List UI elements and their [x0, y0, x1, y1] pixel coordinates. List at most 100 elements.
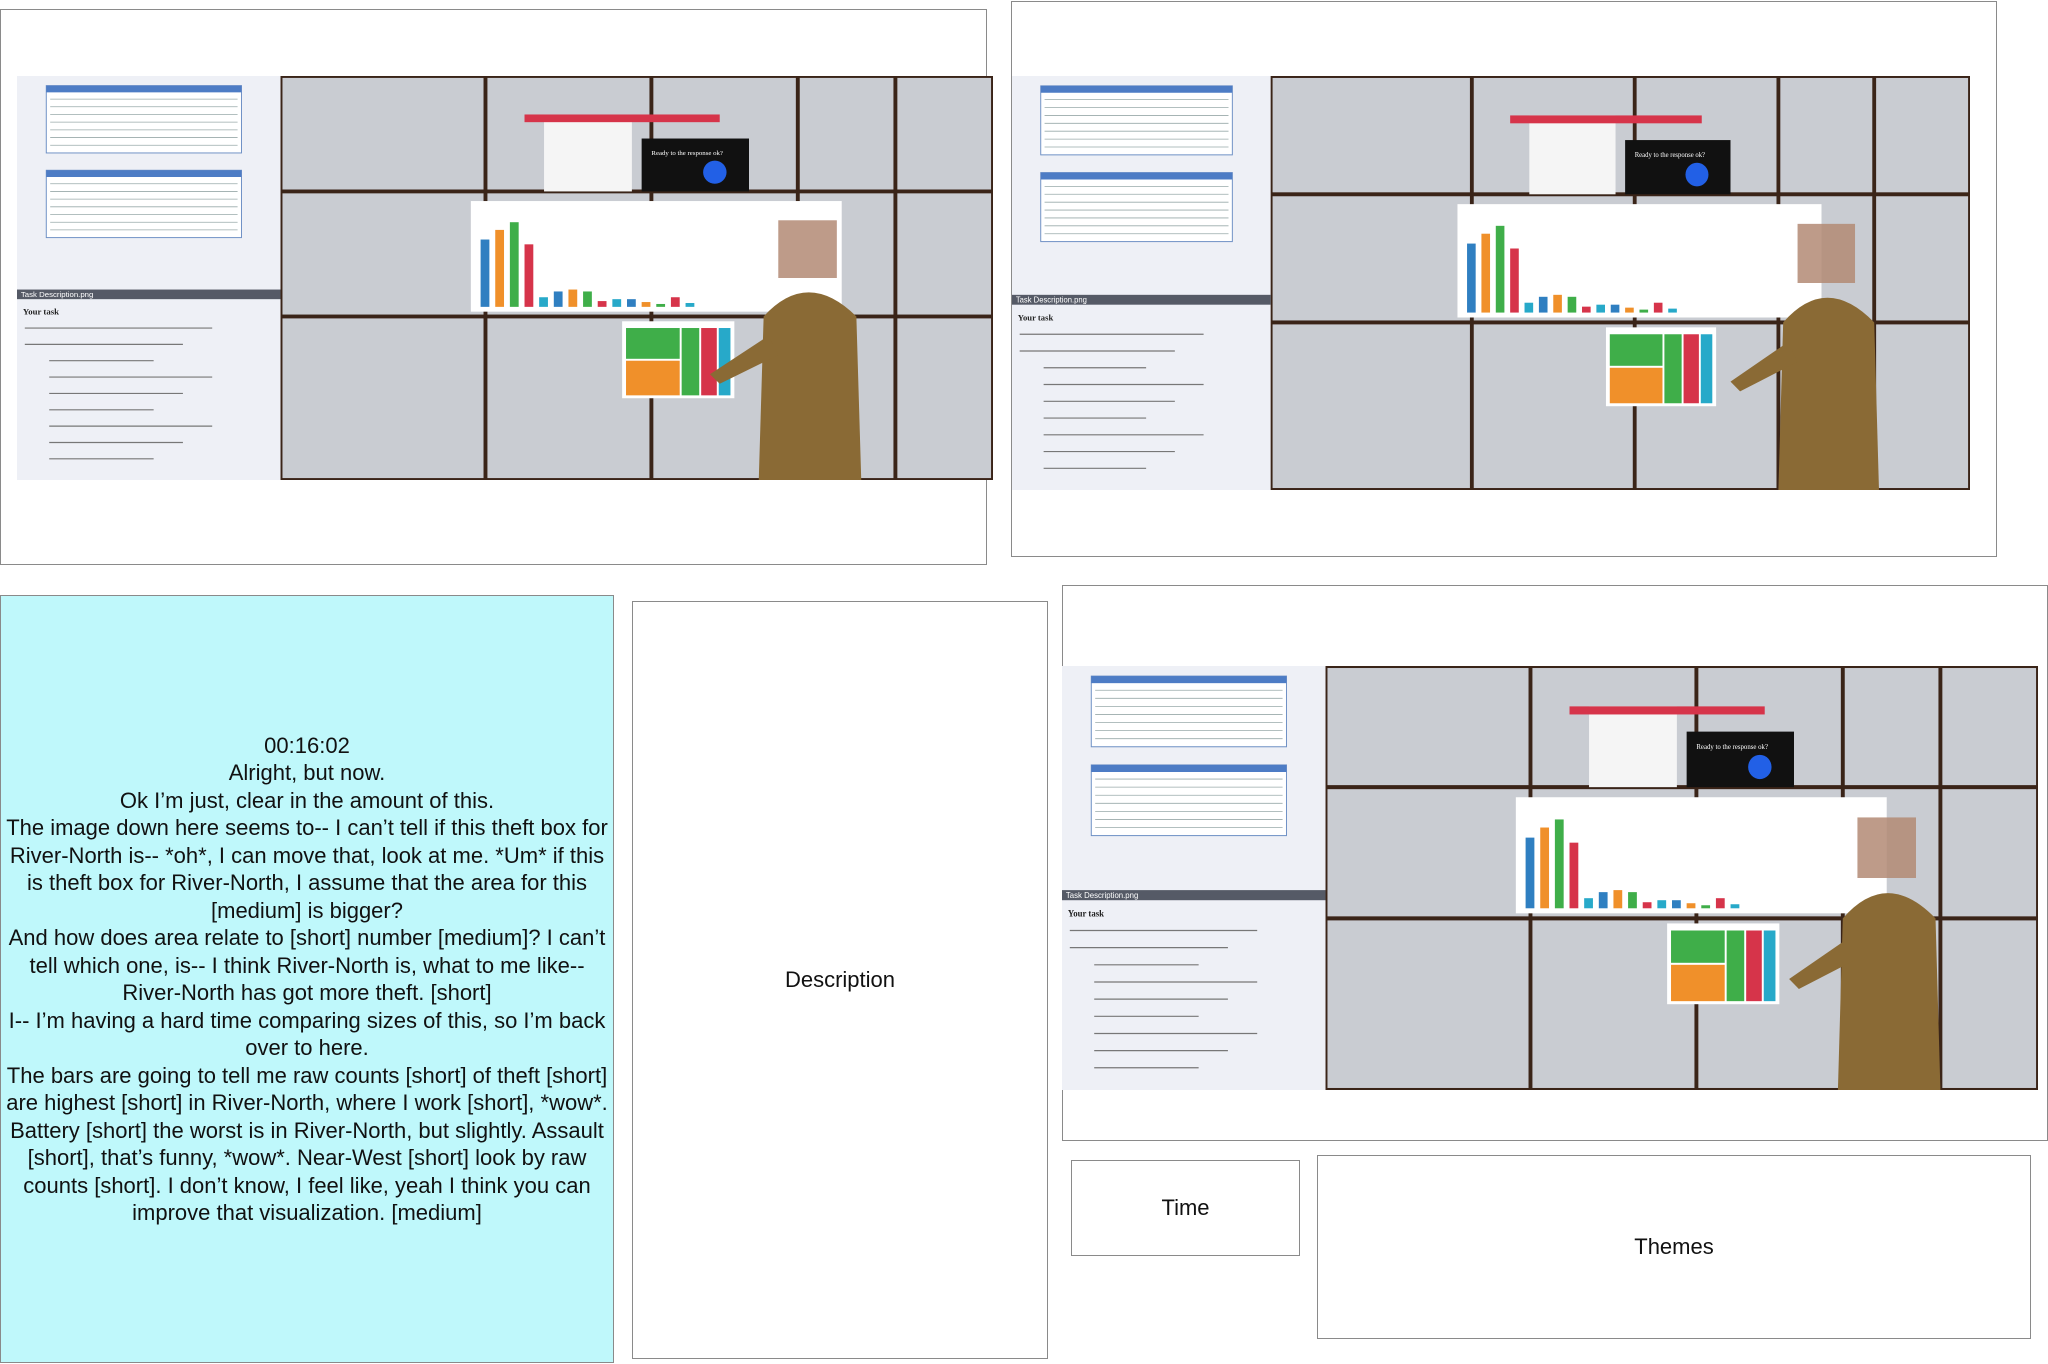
bar — [641, 302, 651, 307]
bar — [1524, 302, 1534, 313]
treemap-cell — [701, 328, 717, 396]
bar — [553, 291, 563, 307]
display-panel — [897, 318, 992, 479]
table-header — [46, 170, 242, 177]
display-panel — [1942, 920, 2037, 1088]
bar — [1686, 903, 1696, 909]
person-head-blurred — [1797, 223, 1856, 283]
bar — [1554, 819, 1564, 909]
bar — [1582, 306, 1591, 313]
photo-3: Task Description.png Your task Ready to th… — [1062, 666, 2038, 1090]
treemap-cell — [1671, 930, 1725, 963]
notes-panel — [1589, 706, 1677, 788]
treemap-cell — [1609, 334, 1663, 366]
window-title: Task Description.png — [1016, 296, 1087, 305]
treemap-cell — [681, 328, 700, 396]
bar — [1584, 898, 1593, 909]
display-panel — [282, 318, 484, 479]
person-body — [758, 292, 862, 480]
bar — [656, 303, 666, 307]
bar — [612, 299, 622, 307]
bar — [1598, 892, 1608, 909]
popup-circle — [1685, 162, 1709, 187]
treemap-cell — [1726, 930, 1745, 1002]
photo-scene: Task Description.png Your task Ready to th… — [17, 76, 993, 480]
display-panel — [282, 77, 484, 190]
display-panel — [1876, 196, 1969, 321]
bar — [1567, 296, 1577, 313]
transcript-text: 00:16:02 Alright, but now. Ok I’m just, cl… — [1, 732, 613, 1227]
description-box[interactable]: Description — [632, 601, 1048, 1359]
bar — [1625, 307, 1634, 313]
person-head-blurred — [1857, 817, 1916, 878]
bar — [685, 303, 695, 307]
time-label: Time — [1161, 1195, 1210, 1220]
bar — [1596, 304, 1606, 313]
table-block — [1040, 172, 1233, 243]
bar — [1628, 892, 1637, 909]
bar — [627, 299, 636, 307]
display-panel — [1876, 324, 1969, 489]
bar — [1613, 890, 1623, 909]
photo-scene: Task Description.png Your task Ready to th… — [1062, 666, 2038, 1090]
display-panel — [1327, 789, 1529, 917]
table-block — [1090, 675, 1287, 748]
bar — [1540, 827, 1550, 909]
bar — [1653, 302, 1663, 313]
display-panel — [1272, 324, 1470, 489]
bar — [1639, 309, 1649, 313]
transcript-line: Battery [short] the worst is in River-No… — [10, 1117, 604, 1226]
transcript-line: The image down here seems to-- I can’t t… — [6, 815, 608, 923]
bar — [1467, 243, 1476, 313]
time-box[interactable]: Time — [1071, 1160, 1300, 1256]
bar — [539, 297, 548, 307]
popup-window — [1625, 140, 1731, 195]
popup-circle — [703, 160, 727, 184]
person-head-blurred — [778, 220, 837, 278]
photo-scene: Task Description.png Your task Ready to th… — [1012, 76, 1970, 490]
window-title: Task Description.png — [21, 290, 93, 299]
display-panel — [1272, 77, 1470, 193]
popup-circle — [1748, 754, 1772, 780]
photo-2: Task Description.png Your task Ready to th… — [1012, 76, 1970, 490]
bar — [1730, 904, 1740, 909]
table-header — [1040, 172, 1233, 180]
bar — [1672, 900, 1681, 909]
treemap-cell — [1671, 964, 1725, 1002]
display-panel — [1780, 77, 1873, 193]
bar — [1481, 233, 1491, 313]
task-heading: Your task — [1068, 908, 1104, 918]
window-title: Task Description.png — [1066, 891, 1138, 900]
person-body — [1778, 297, 1879, 490]
bar — [1642, 902, 1652, 909]
display-panel — [1327, 668, 1529, 786]
table-block — [45, 169, 242, 239]
display-panel — [282, 193, 484, 315]
treemap-cell — [1763, 930, 1776, 1002]
display-panel — [897, 193, 992, 315]
bar — [1610, 304, 1620, 313]
transcript-timestamp: 00:16:02 — [264, 732, 350, 758]
table-header — [1091, 676, 1287, 684]
display-panel — [1844, 668, 1939, 786]
display-panel — [897, 77, 992, 190]
popup-text: Ready to the response ok? — [1696, 743, 1768, 751]
display-panel — [1942, 668, 2037, 786]
bar — [1510, 248, 1519, 313]
themes-box[interactable]: Themes — [1317, 1155, 2031, 1339]
table-header — [1091, 764, 1287, 772]
treemap-cell — [1700, 334, 1713, 404]
bar — [1715, 898, 1725, 909]
bar — [495, 229, 505, 307]
table-block — [45, 85, 242, 154]
tab-strip — [524, 114, 720, 123]
treemap-cell — [1664, 334, 1682, 404]
bar — [1668, 308, 1677, 313]
photo-1: Task Description.png Your task Ready to th… — [17, 76, 993, 480]
table-header — [46, 85, 242, 93]
transcript-line: Alright, but now. — [228, 760, 386, 785]
bar — [583, 291, 592, 307]
transcript-line: I-- I’m having a hard time comparing siz… — [8, 1007, 606, 1061]
popup-text: Ready to the response ok? — [651, 150, 723, 157]
bar — [597, 301, 607, 307]
